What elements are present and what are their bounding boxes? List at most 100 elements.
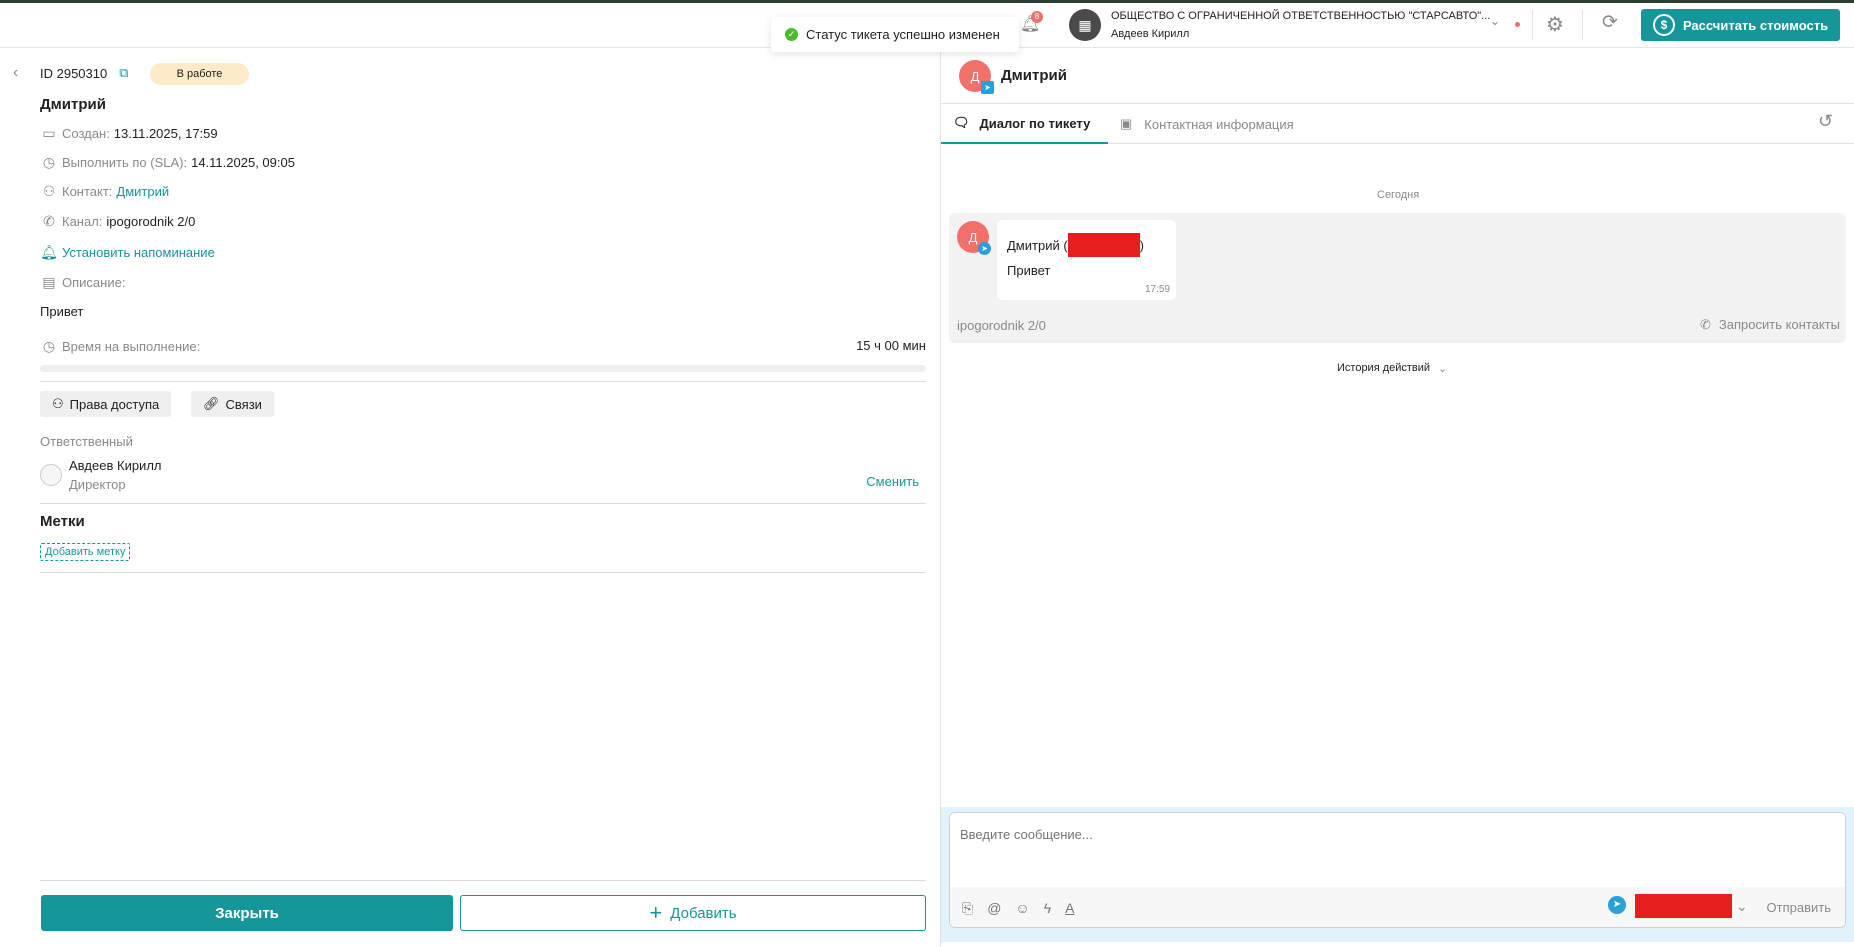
org-avatar[interactable]: ▦ (1069, 9, 1101, 41)
mention-icon[interactable]: @ (987, 900, 1001, 916)
add-tag-button[interactable]: Добавить метку (40, 543, 131, 561)
chevron-down-icon: ⌄ (1736, 897, 1748, 914)
copy-icon[interactable]: ⧉ (119, 65, 128, 81)
created-label: Создан: (62, 126, 110, 141)
divider (40, 880, 926, 881)
attach-icon[interactable]: ⎘ (962, 900, 973, 917)
calendar-icon: ▭ (42, 125, 56, 141)
plus-icon: + (649, 900, 663, 925)
notifications-button[interactable]: 🔔︎ 8 (1020, 11, 1043, 36)
divider (1582, 10, 1583, 40)
message-channel: ipogorodnik 2/0 (957, 318, 1046, 333)
time-label: Время на выполнение: (62, 339, 201, 354)
message-author-end: ) (1139, 237, 1144, 253)
set-reminder-label: Установить напоминание (62, 245, 215, 260)
telegram-icon: ➤ (1608, 896, 1626, 914)
description-value: Привет (40, 304, 84, 319)
responsible-label: Ответственный (40, 434, 133, 449)
links-button[interactable]: 🔗︎ Связи (191, 391, 274, 417)
contact-row: ⚇ Контакт: Дмитрий (40, 183, 169, 200)
close-ticket-button[interactable]: Закрыть (41, 895, 453, 931)
calculate-cost-label: Рассчитать стоимость (1682, 17, 1829, 33)
ticket-title: Дмитрий (40, 96, 106, 113)
contact-label: Контакт: (62, 184, 113, 199)
access-rights-button[interactable]: ⚇ Права доступа (40, 391, 172, 417)
history-icon[interactable]: ↺ (1818, 111, 1833, 132)
channel-row: ✆ Канал: ipogorodnik 2/0 (40, 213, 195, 230)
phone-icon: ✆ (1699, 317, 1711, 332)
dollar-icon: $ (1652, 14, 1675, 36)
set-reminder-link[interactable]: 🔔︎ Установить напоминание (40, 244, 215, 261)
telegram-icon: ➤ (981, 81, 994, 94)
calculate-cost-button[interactable]: $ Рассчитать стоимость (1641, 9, 1840, 41)
check-circle-icon: ✓ (785, 28, 798, 41)
toast-text: Статус тикета успешно изменен (806, 27, 1000, 42)
action-history-toggle[interactable]: История действий ⌄ (1337, 362, 1447, 375)
ticket-id-row: ID 2950310 ⧉ (40, 65, 129, 81)
chat-icon: 🗨︎ (953, 115, 970, 130)
user-name: Авдеев Кирилл (1111, 28, 1190, 40)
channel-select[interactable]: ⌄ (1635, 894, 1748, 918)
tab-dialog[interactable]: 🗨︎ Диалог по тикету (941, 104, 1108, 144)
message-input[interactable] (950, 813, 1845, 887)
request-contacts-label: Запросить контакты (1718, 317, 1840, 332)
created-row: ▭ Создан: 13.11.2025, 17:59 (40, 125, 218, 142)
gear-icon[interactable]: ⚙ (1546, 12, 1564, 37)
divider (40, 381, 926, 382)
logout-icon[interactable]: ⟳ (1602, 11, 1618, 34)
link-icon: 🔗︎ (203, 396, 220, 411)
notification-badge: 8 (1031, 11, 1043, 23)
access-rights-label: Права доступа (69, 396, 160, 412)
user-icon: ⚇ (42, 183, 56, 199)
add-button[interactable]: + Добавить (460, 895, 926, 931)
time-value: 15 ч 00 мин (856, 338, 926, 353)
divider (1532, 10, 1533, 40)
message-time: 17:59 (1144, 284, 1170, 295)
message-avatar: Д ➤ (957, 221, 991, 255)
links-label: Связи (225, 396, 262, 412)
time-row: ◷ Время на выполнение: (40, 338, 200, 355)
ticket-id: ID 2950310 (40, 65, 108, 81)
contact-link[interactable]: Дмитрий (116, 184, 169, 199)
org-name: ОБЩЕСТВО С ОГРАНИЧЕННОЙ ОТВЕТСТВЕННОСТЬЮ… (1111, 10, 1491, 22)
tab-label: Контактная информация (1144, 116, 1294, 132)
clock-icon: ◷ (42, 154, 56, 170)
chat-contact-name: Дмитрий (1001, 67, 1067, 84)
contact-avatar: Д ➤ (959, 60, 994, 94)
date-divider: Сегодня (1377, 189, 1420, 201)
description-row: ▤ Описание: (40, 274, 125, 291)
telegram-icon: ➤ (978, 242, 991, 255)
message-author: Дмитрий ( (1007, 237, 1068, 253)
emoji-icon[interactable]: ☺ (1015, 900, 1029, 916)
redacted-block (1635, 894, 1732, 918)
redacted-block (1067, 233, 1140, 257)
channel-label: Канал: (62, 214, 103, 229)
avatar-letter: Д (970, 68, 980, 84)
send-button[interactable]: Отправить (1767, 900, 1831, 915)
action-history-label: История действий (1337, 362, 1431, 374)
org-switcher[interactable]: ОБЩЕСТВО С ОГРАНИЧЕННОЙ ОТВЕТСТВЕННОСТЬЮ… (1111, 10, 1491, 40)
request-contacts-button[interactable]: ✆ Запросить контакты (1700, 317, 1840, 333)
sla-label: Выполнить по (SLA): (62, 155, 188, 170)
tab-label: Диалог по тикету (979, 115, 1091, 131)
add-label: Добавить (670, 904, 737, 922)
toast: ✓ Статус тикета успешно изменен (771, 17, 1019, 52)
tab-contact-info[interactable]: ▣ Контактная информация (1120, 104, 1294, 144)
divider (40, 572, 926, 573)
composer: ⎘ @ ☺ ϟA ➤ ⌄ Отправить (949, 812, 1846, 928)
phone-icon: ✆ (43, 213, 55, 229)
chevron-down-icon[interactable]: ⌄ (1490, 14, 1500, 28)
message-text: Привет (1007, 263, 1051, 278)
text-format-icon[interactable]: A (1065, 900, 1074, 916)
responsible-avatar (40, 464, 62, 486)
time-progress-bar (40, 365, 926, 372)
back-chevron-icon[interactable]: ‹ (13, 64, 18, 82)
chevron-down-icon: ⌄ (1438, 363, 1448, 375)
lightning-icon[interactable]: ϟ (1044, 900, 1051, 916)
responsible-role: Директор (69, 477, 126, 492)
status-badge[interactable]: В работе (150, 63, 249, 85)
users-icon: ⚇ (52, 396, 64, 411)
divider (40, 503, 926, 504)
created-value: 13.11.2025, 17:59 (113, 126, 218, 141)
change-responsible-link[interactable]: Сменить (866, 474, 919, 489)
